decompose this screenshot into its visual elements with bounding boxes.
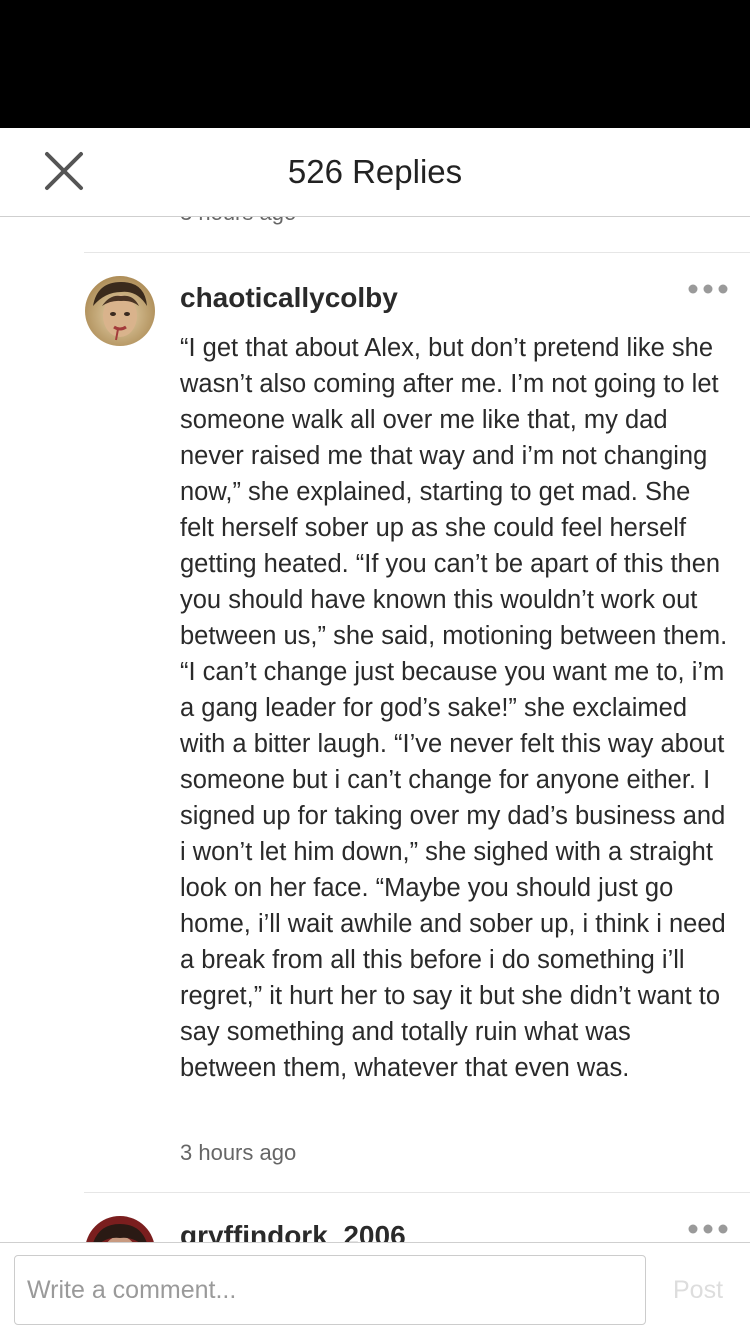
comment-divider xyxy=(84,1192,750,1193)
comment-username[interactable]: gryffindork_2006 xyxy=(180,1219,406,1242)
more-dots-icon xyxy=(688,284,728,294)
comment-username[interactable]: chaoticallycolby xyxy=(180,281,398,315)
post-button[interactable]: Post xyxy=(658,1255,738,1325)
comment-divider xyxy=(84,252,750,253)
status-bar xyxy=(0,0,750,128)
user-avatar[interactable] xyxy=(85,1216,155,1242)
previous-comment-timestamp: 3 hours ago xyxy=(180,217,296,227)
comment-timestamp: 3 hours ago xyxy=(180,1140,297,1165)
more-options-button[interactable] xyxy=(688,1221,728,1237)
comment-text: “I get that about Alex, but don’t preten… xyxy=(180,334,728,1082)
more-options-button[interactable] xyxy=(688,281,728,297)
comment-input[interactable] xyxy=(14,1255,646,1325)
page-title: 526 Replies xyxy=(287,153,463,190)
comment-composer: Post xyxy=(0,1242,750,1335)
replies-list[interactable]: 3 hours ago chaoticallyc xyxy=(0,217,750,1242)
user-avatar[interactable] xyxy=(85,276,155,346)
replies-header: 526 Replies xyxy=(0,128,750,217)
more-dots-icon xyxy=(688,1224,728,1234)
